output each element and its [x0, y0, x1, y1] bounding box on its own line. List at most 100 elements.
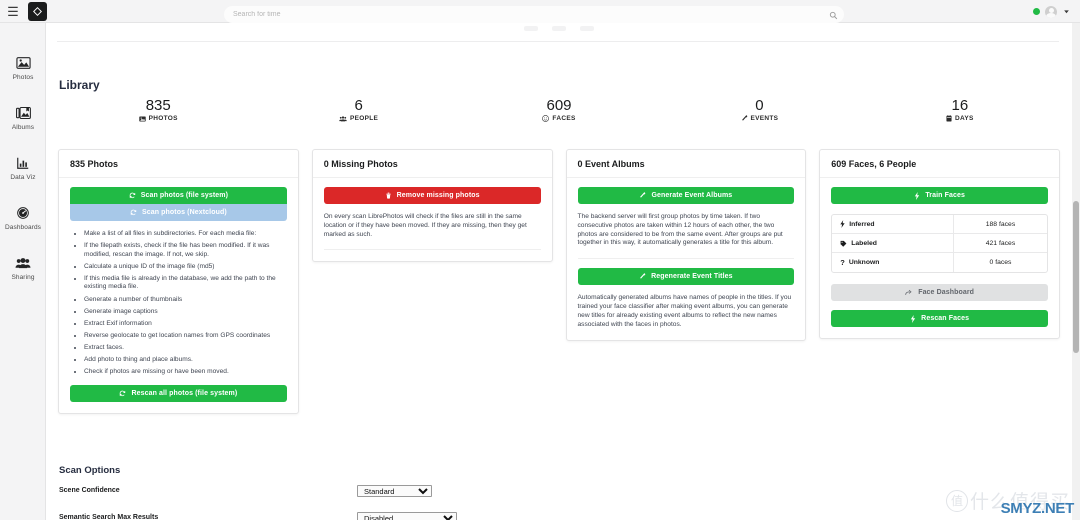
faces-row-label-cell: ? Unknown: [832, 253, 954, 272]
question-mark-icon: ?: [840, 257, 845, 267]
button-label: Scan photos (Nextcloud): [142, 209, 227, 216]
table-row: Labeled 421 faces: [832, 234, 1047, 253]
ghost-pill: [552, 25, 566, 31]
faces-row-label-cell: Inferred: [832, 215, 954, 233]
sidebar-item-sharing[interactable]: Sharing: [0, 243, 46, 293]
button-label: Remove missing photos: [396, 192, 480, 199]
vertical-scrollbar-track[interactable]: [1072, 23, 1080, 520]
user-avatar[interactable]: [1045, 5, 1057, 18]
sidebar-item-data-viz[interactable]: Data Viz: [0, 143, 46, 193]
chevron-down-icon[interactable]: [1062, 8, 1070, 16]
semantic-search-label: Semantic Search Max Results: [59, 514, 159, 520]
remove-missing-photos-button[interactable]: Remove missing photos: [323, 187, 541, 204]
event-albums-card-title: 0 Event Albums: [566, 150, 806, 178]
rescan-faces-button[interactable]: Rescan Faces: [831, 310, 1048, 327]
scene-confidence-select[interactable]: Standard: [357, 485, 432, 497]
scan-photos-nextcloud-button[interactable]: Scan photos (Nextcloud): [70, 204, 287, 221]
scene-confidence-label: Scene Confidence: [59, 487, 120, 494]
faces-card: 609 Faces, 6 People Train Faces Inferred…: [819, 149, 1060, 339]
calendar-icon: [946, 115, 952, 122]
people-icon: [339, 115, 347, 122]
generate-event-albums-button[interactable]: Generate Event Albums: [577, 187, 795, 204]
ghost-pill: [524, 25, 538, 31]
list-item: Extract faces.: [84, 344, 287, 353]
sidebar-item-albums[interactable]: Albums: [0, 93, 46, 143]
albums-icon: [15, 105, 31, 121]
tag-icon: [840, 240, 847, 247]
stat-value: 609: [546, 97, 572, 114]
semantic-search-select[interactable]: Disabled: [357, 512, 457, 520]
button-label: Face Dashboard: [918, 289, 975, 296]
magic-wand-icon: [741, 115, 748, 122]
stat-value: 6: [354, 97, 363, 114]
sidebar: Photos Albums Data Viz Dashboards Sharin…: [0, 23, 46, 520]
regenerate-event-titles-button[interactable]: Regenerate Event Titles: [577, 268, 795, 286]
online-status-dot: [1033, 8, 1040, 15]
stat-events: 0 EVENTS: [659, 97, 859, 122]
event-albums-card: 0 Event Albums Generate Event Albums The…: [565, 149, 807, 342]
card-divider: [577, 258, 795, 260]
bolt-icon: [910, 314, 916, 323]
dashboard-gauge-icon: [16, 205, 30, 221]
list-item: If the filepath exists, check if the fil…: [84, 242, 287, 259]
stat-label-row: FACES: [459, 115, 659, 122]
sidebar-item-label: Albums: [11, 124, 35, 131]
regenerate-event-titles-description: Automatically generated albums have name…: [577, 294, 792, 328]
face-circle-icon: [542, 115, 550, 122]
generate-event-albums-description: The backend server will first group phot…: [577, 213, 783, 247]
stat-faces: 609 FACES: [459, 97, 659, 122]
stat-value: 835: [145, 97, 171, 114]
library-stats: 835 PHOTOS 6 PEOPLE 609 FACES 0 EVENTS 1…: [58, 97, 1060, 122]
list-item: Reverse geolocate to get location names …: [84, 332, 287, 341]
scan-options-title: Scan Options: [59, 465, 121, 476]
faces-row-label: Inferred: [849, 220, 875, 228]
rescan-all-photos-button[interactable]: Rescan all photos (file system): [70, 384, 287, 402]
librephotos-diamond-logo[interactable]: [28, 1, 47, 21]
list-item: Extract Exif information: [84, 320, 287, 329]
vertical-scrollbar-thumb[interactable]: [1073, 201, 1079, 353]
table-row: ? Unknown 0 faces: [832, 253, 1047, 272]
sidebar-item-dashboards[interactable]: Dashboards: [0, 193, 46, 243]
scan-photos-filesystem-button[interactable]: Scan photos (file system): [70, 187, 287, 204]
sidebar-item-label: Sharing: [11, 274, 35, 281]
stat-value: 16: [951, 97, 969, 114]
stat-value: 0: [755, 97, 764, 114]
card-divider: [323, 249, 541, 251]
button-label: Scan photos (file system): [140, 192, 229, 199]
sidebar-item-label: Dashboards: [4, 224, 42, 231]
watermark-site: SMYZ.NET: [1000, 500, 1075, 517]
faces-breakdown-table: Inferred 188 faces Labeled 421 faces ? U…: [831, 214, 1048, 273]
people-sharing-icon: [15, 255, 31, 271]
bolt-icon: [914, 191, 920, 200]
table-row: Inferred 188 faces: [832, 215, 1047, 234]
stat-label-row: DAYS: [860, 115, 1060, 122]
sidebar-item-photos[interactable]: Photos: [0, 43, 46, 93]
search-icon[interactable]: [829, 7, 838, 20]
photos-icon: [15, 55, 31, 71]
bolt-icon: [840, 220, 845, 228]
ghost-pill: [580, 25, 594, 31]
missing-photos-card-title: 0 Missing Photos: [312, 150, 552, 178]
button-label: Rescan all photos (file system): [131, 389, 238, 397]
library-cards: 835 Photos Scan photos (file system) Sca…: [58, 149, 1060, 414]
main-content: Library 835 PHOTOS 6 PEOPLE 609 FACES 0 …: [46, 23, 1072, 520]
list-item: If this media file is already in the dat…: [84, 275, 287, 292]
list-item: Calculate a unique ID of the image file …: [84, 263, 287, 272]
sync-icon: [130, 209, 137, 216]
search-input[interactable]: [224, 6, 844, 23]
list-item: Check if photos are missing or have been…: [84, 368, 287, 377]
image-icon: [138, 116, 146, 122]
search-container: [224, 3, 844, 23]
face-dashboard-button[interactable]: Face Dashboard: [831, 284, 1048, 301]
scan-button-group: Scan photos (file system) Scan photos (N…: [70, 187, 287, 221]
stat-photos: 835 PHOTOS: [58, 97, 258, 122]
hamburger-menu-button[interactable]: ☰: [0, 0, 26, 23]
bar-chart-icon: [16, 155, 30, 171]
stat-label-row: PEOPLE: [258, 115, 458, 122]
train-faces-button[interactable]: Train Faces: [831, 187, 1048, 204]
share-arrow-icon: [905, 289, 913, 296]
magic-wand-icon: [639, 273, 646, 280]
photos-card-body: Scan photos (file system) Scan photos (N…: [59, 178, 298, 413]
faces-row-label-cell: Labeled: [832, 234, 954, 252]
stat-label: FACES: [552, 115, 576, 122]
